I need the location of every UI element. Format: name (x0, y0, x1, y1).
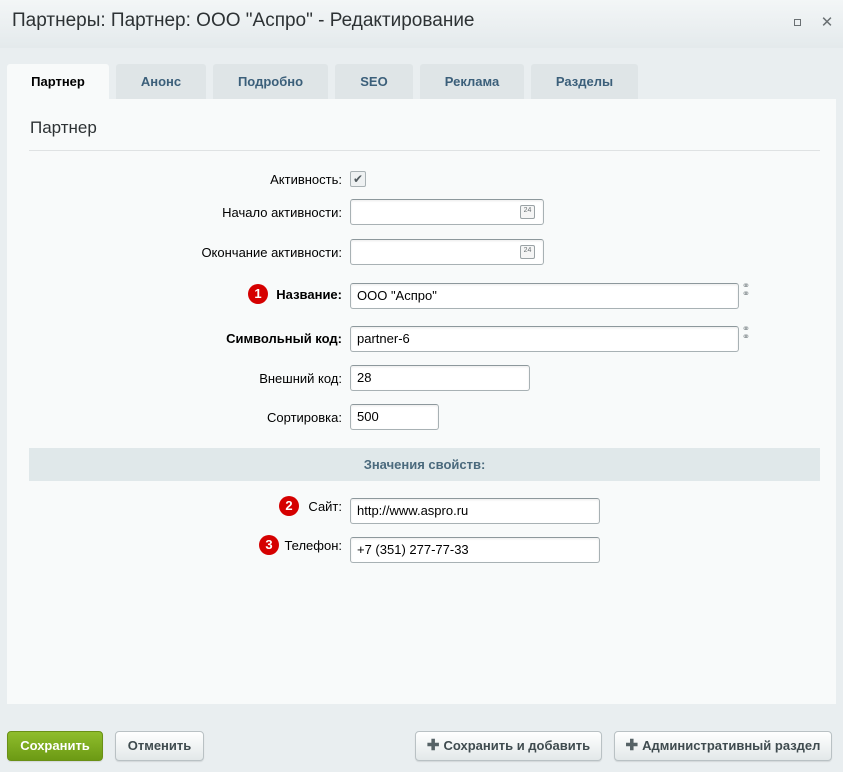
phone-input[interactable]: +7 (351) 277-77-33 (350, 537, 600, 563)
external-code-input[interactable]: 28 (350, 365, 530, 391)
edit-panel: Партнер Активность: ✔ Начало активности:… (7, 99, 836, 704)
active-label: Активность: (270, 172, 342, 187)
section-divider (29, 150, 820, 151)
external-code-label: Внешний код: (259, 371, 342, 386)
site-label: Сайт: (308, 499, 342, 514)
sort-label: Сортировка: (267, 410, 342, 425)
code-label: Символьный код: (226, 331, 342, 346)
plus-icon: ✚ (426, 737, 440, 754)
sort-input[interactable]: 500 (350, 404, 439, 430)
maximize-icon[interactable] (791, 16, 805, 30)
save-button[interactable]: Сохранить (7, 731, 103, 761)
tab-announce[interactable]: Анонс (116, 64, 206, 99)
badge-3: 3 (259, 535, 279, 555)
tab-partner[interactable]: Партнер (7, 64, 109, 100)
name-input[interactable]: ООО "Аспро" (350, 283, 739, 309)
plus-icon: ✚ (625, 737, 639, 754)
calendar-icon[interactable]: 24 (520, 245, 535, 259)
name-label: Название: (276, 287, 342, 302)
transliterate-link-icon[interactable]: ⚭ ⚭ (740, 282, 752, 307)
save-and-add-button[interactable]: ✚ Сохранить и добавить (415, 731, 602, 761)
active-checkbox[interactable]: ✔ (350, 171, 366, 187)
properties-header: Значения свойств: (29, 448, 820, 481)
badge-1: 1 (248, 284, 268, 304)
window-title: Партнеры: Партнер: ООО "Аспро" - Редакти… (12, 10, 475, 31)
cancel-button[interactable]: Отменить (115, 731, 204, 761)
end-date-field[interactable]: 24 (350, 239, 544, 265)
tab-details[interactable]: Подробно (213, 64, 328, 99)
tab-sections[interactable]: Разделы (531, 64, 638, 99)
admin-section-button[interactable]: ✚ Административный раздел (614, 731, 832, 761)
section-title: Партнер (30, 118, 97, 137)
calendar-icon[interactable]: 24 (520, 205, 535, 219)
code-input[interactable]: partner-6 (350, 326, 739, 352)
end-date-label: Окончание активности: (201, 245, 342, 260)
start-date-field[interactable]: 24 (350, 199, 544, 225)
code-link-icon[interactable]: ⚭ ⚭ (740, 325, 752, 350)
close-icon[interactable]: ✕ (820, 15, 834, 30)
start-date-label: Начало активности: (222, 205, 342, 220)
phone-label: Телефон: (284, 538, 342, 553)
tab-ads[interactable]: Реклама (420, 64, 524, 99)
title-bar: Партнеры: Партнер: ООО "Аспро" - Редакти… (0, 0, 843, 48)
tab-seo[interactable]: SEO (335, 64, 413, 99)
site-input[interactable]: http://www.aspro.ru (350, 498, 600, 524)
badge-2: 2 (279, 496, 299, 516)
